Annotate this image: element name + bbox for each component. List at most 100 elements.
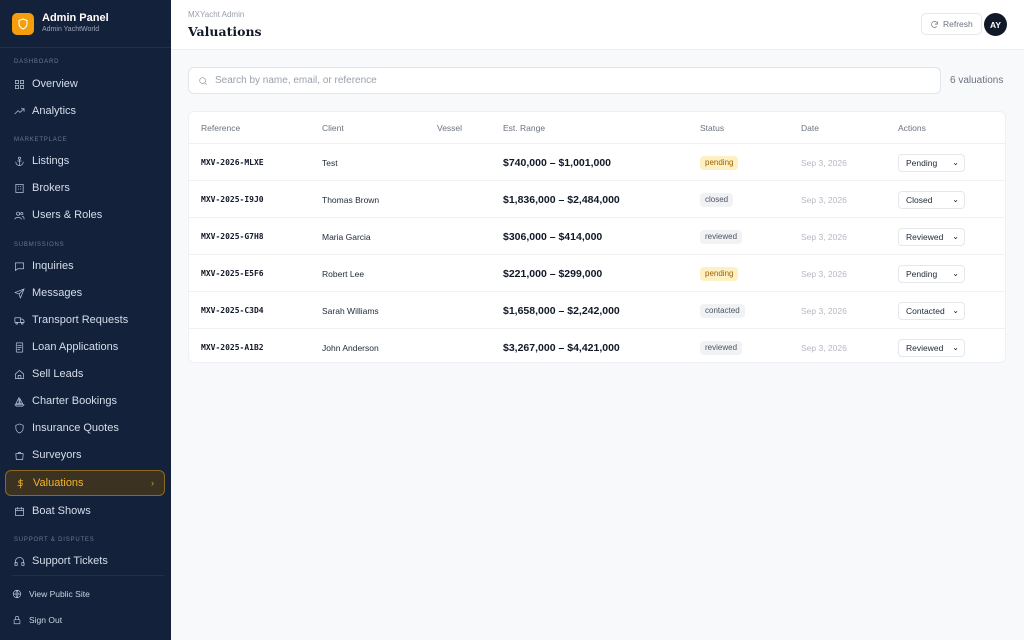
section-label-dashboard: DASHBOARD: [14, 59, 60, 65]
client-cell: Robert Lee: [322, 268, 365, 279]
estimated-range-cell: $3,267,000 – $4,421,000: [503, 341, 620, 354]
sidebar-item-support-tickets[interactable]: Support Tickets: [5, 548, 165, 574]
shield-icon: [14, 423, 25, 434]
table-row[interactable]: MXV-2025-E5F6 Robert Lee $221,000 – $299,0…: [189, 255, 1005, 292]
lock-icon: [13, 616, 21, 625]
client-cell: Test: [322, 157, 338, 168]
sidebar-item-charter[interactable]: Charter Bookings: [5, 388, 165, 414]
status-select[interactable]: Pending ⌄: [898, 264, 965, 283]
status-cell: reviewed: [700, 329, 743, 362]
sailboat-icon: [14, 396, 25, 407]
grid-icon: [14, 79, 25, 90]
date-cell: Sep 3, 2026: [801, 157, 847, 168]
view-public-site-link[interactable]: View Public Site: [12, 589, 90, 599]
refresh-icon: [931, 20, 938, 28]
chevron-down-icon: ⌄: [952, 231, 959, 241]
client-cell: Maria Garcia: [322, 231, 371, 242]
sidebar-item-boat-shows[interactable]: Boat Shows: [5, 498, 165, 524]
status-cell: closed: [700, 181, 734, 218]
valuation-count: 6 valuations: [950, 75, 1004, 86]
table-row[interactable]: MXV-2026-MLXE Test $740,000 – $1,001,000 pe…: [189, 144, 1005, 181]
sidebar-divider: [12, 575, 164, 576]
sidebar-item-brokers[interactable]: Brokers: [5, 175, 165, 201]
globe-icon: [12, 589, 22, 599]
shield-logo-icon: [12, 12, 34, 35]
actions-cell: Reviewed ⌄: [898, 329, 965, 362]
bag-icon: [14, 450, 25, 461]
status-cell: reviewed: [700, 218, 743, 255]
file-text-icon: [14, 342, 25, 353]
sidebar-item-listings[interactable]: Listings: [5, 148, 165, 174]
sidebar-item-users-roles[interactable]: Users & Roles: [5, 202, 165, 228]
sidebar-item-analytics[interactable]: Analytics: [5, 98, 165, 124]
sidebar-item-label: Support Tickets: [32, 555, 108, 567]
status-cell: pending: [700, 144, 739, 181]
status-badge: contacted: [700, 303, 745, 318]
status-select-value: Closed: [906, 194, 933, 205]
status-badge: pending: [700, 155, 739, 170]
status-select[interactable]: Reviewed ⌄: [898, 227, 965, 246]
status-select-value: Reviewed: [906, 231, 944, 242]
estimated-range-cell: $1,658,000 – $2,242,000: [503, 304, 620, 317]
sidebar-item-label: Sell Leads: [32, 368, 84, 380]
avatar[interactable]: AY: [984, 13, 1007, 36]
calendar-icon: [14, 506, 25, 517]
sidebar-item-sell-leads[interactable]: Sell Leads: [5, 361, 165, 387]
estimated-range-cell: $306,000 – $414,000: [503, 230, 603, 243]
column-header-reference: Reference: [201, 123, 241, 133]
sidebar-item-overview[interactable]: Overview: [5, 71, 165, 97]
status-select[interactable]: Pending ⌄: [898, 153, 965, 172]
sidebar-item-insurance[interactable]: Insurance Quotes: [5, 415, 165, 441]
status-select[interactable]: Contacted ⌄: [898, 301, 965, 320]
status-select-value: Contacted: [906, 305, 945, 316]
sign-out-label: Sign Out: [29, 615, 63, 625]
chevron-right-icon: ›: [151, 478, 154, 488]
home-icon: [14, 369, 25, 380]
sign-out-link[interactable]: Sign Out: [12, 615, 62, 625]
reference-cell: MXV-2025-I9J0: [201, 195, 264, 204]
client-cell: John Anderson: [322, 342, 379, 353]
estimated-range-cell: $221,000 – $299,000: [503, 267, 603, 280]
status-badge: pending: [700, 266, 739, 281]
table-row[interactable]: MXV-2025-G7H8 Maria Garcia $306,000 – $414…: [189, 218, 1005, 255]
sidebar-item-inquiries[interactable]: Inquiries: [5, 253, 165, 279]
actions-cell: Pending ⌄: [898, 255, 965, 292]
client-cell: Thomas Brown: [322, 194, 380, 205]
table-row[interactable]: MXV-2025-C3D4 Sarah Williams $1,658,000 – …: [189, 292, 1005, 329]
sidebar-item-messages[interactable]: Messages: [5, 280, 165, 306]
sidebar-item-label: Charter Bookings: [32, 395, 117, 407]
section-label-submissions: SUBMISSIONS: [14, 242, 65, 248]
search-input[interactable]: [215, 75, 915, 86]
sidebar-item-label: Insurance Quotes: [32, 422, 119, 434]
table-header: Reference Client Vessel Est. Range Statu…: [189, 112, 1005, 144]
sidebar-item-surveyors[interactable]: Surveyors: [5, 442, 165, 468]
refresh-button[interactable]: Refresh: [921, 13, 982, 35]
sidebar-item-label: Brokers: [32, 182, 70, 194]
column-header-date: Date: [801, 123, 819, 133]
column-header-vessel: Vessel: [437, 123, 463, 133]
reference-cell: MXV-2025-E5F6: [201, 269, 264, 278]
status-select[interactable]: Closed ⌄: [898, 190, 965, 209]
reference-cell: MXV-2025-G7H8: [201, 232, 264, 241]
table-row[interactable]: MXV-2025-A1B2 John Anderson $3,267,000 – $…: [189, 329, 1005, 362]
page-title: Valuations: [188, 24, 262, 39]
status-cell: contacted: [700, 292, 745, 329]
section-label-marketplace: MARKETPLACE: [14, 137, 68, 143]
sidebar-item-label: Analytics: [32, 105, 77, 117]
anchor-icon: [14, 156, 25, 167]
truck-icon: [14, 315, 25, 326]
sidebar-item-transport[interactable]: Transport Requests: [5, 307, 165, 333]
sidebar-item-valuations[interactable]: Valuations ›: [5, 470, 165, 496]
status-select[interactable]: Reviewed ⌄: [898, 338, 965, 357]
actions-cell: Pending ⌄: [898, 144, 965, 181]
chevron-down-icon: ⌄: [952, 157, 959, 167]
table-row[interactable]: MXV-2025-I9J0 Thomas Brown $1,836,000 – $2…: [189, 181, 1005, 218]
status-select-value: Pending: [906, 157, 938, 168]
estimated-range-cell: $740,000 – $1,001,000: [503, 156, 612, 169]
chevron-down-icon: ⌄: [952, 194, 959, 204]
search-bar: [188, 67, 941, 94]
sidebar-item-loans[interactable]: Loan Applications: [5, 334, 165, 360]
breadcrumb[interactable]: MXYacht Admin: [188, 10, 244, 19]
brand-title: Admin Panel: [42, 12, 109, 24]
chevron-down-icon: ⌄: [952, 268, 959, 278]
